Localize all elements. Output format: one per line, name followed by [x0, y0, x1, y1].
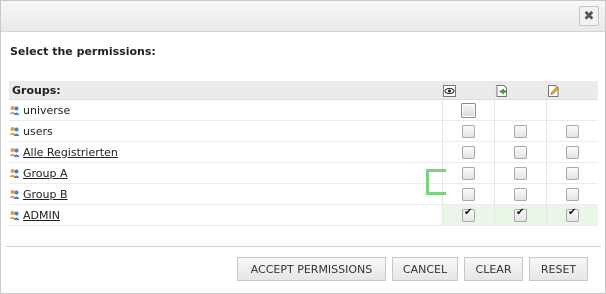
- add-column-header: [494, 81, 547, 100]
- group-cell: Group B: [9, 183, 443, 205]
- edit-checkbox[interactable]: [566, 187, 579, 201]
- permissions-heading: Select the permissions:: [10, 45, 156, 58]
- add-checkbox[interactable]: [514, 166, 527, 180]
- edit-permission-cell: [546, 141, 598, 163]
- table-header-row: Groups:: [9, 81, 598, 100]
- reset-button[interactable]: RESET: [529, 257, 588, 281]
- edit-checkbox[interactable]: [566, 166, 579, 180]
- table-row: users: [9, 120, 598, 142]
- add-checkbox[interactable]: [514, 145, 527, 159]
- edit-checkbox[interactable]: [566, 207, 579, 222]
- view-checkbox[interactable]: [462, 145, 475, 159]
- view-checkbox[interactable]: [462, 207, 475, 222]
- dialog-titlebar: ✖: [1, 1, 605, 32]
- group-cell: Alle Registrierten: [9, 141, 443, 163]
- group-icon: [9, 211, 20, 220]
- edit-checkbox[interactable]: [566, 124, 579, 138]
- view-permission-cell: [442, 99, 495, 121]
- edit-column-header: [546, 81, 598, 100]
- group-icon: [9, 169, 20, 178]
- view-permission-cell: [442, 141, 495, 163]
- group-link[interactable]: Group B: [23, 188, 68, 201]
- add-permission-cell: [494, 141, 547, 163]
- add-permission-cell: [494, 183, 547, 205]
- cursor-highlight: [426, 169, 446, 195]
- add-checkbox[interactable]: [514, 207, 527, 222]
- view-permission-cell: [442, 183, 495, 205]
- table-row: Group B: [9, 183, 598, 205]
- accept-permissions-button[interactable]: ACCEPT PERMISSIONS: [237, 257, 386, 281]
- view-checkbox[interactable]: [462, 187, 475, 201]
- group-cell: ADMIN: [9, 204, 443, 226]
- edit-permission-cell: [546, 120, 598, 142]
- group-link[interactable]: Group A: [23, 167, 68, 180]
- edit-icon: [548, 84, 559, 97]
- add-checkbox[interactable]: [514, 124, 527, 138]
- permissions-dialog: ✖ Select the permissions: Groups: univer…: [0, 0, 606, 294]
- view-checkbox[interactable]: [462, 166, 475, 180]
- table-row: ADMIN: [9, 204, 598, 226]
- table-row: universe: [9, 99, 598, 121]
- permissions-table: Groups: universe users Alle Registrierte…: [9, 81, 598, 226]
- view-checkbox[interactable]: [461, 102, 476, 118]
- group-link[interactable]: ADMIN: [23, 209, 60, 222]
- group-name: universe: [23, 103, 71, 117]
- add-icon: [496, 84, 507, 97]
- group-cell: universe: [9, 99, 443, 121]
- add-permission-cell: [494, 120, 547, 142]
- group-icon: [9, 106, 20, 115]
- view-permission-cell: [442, 120, 495, 142]
- add-permission-cell: [494, 162, 547, 184]
- group-cell: users: [9, 120, 443, 142]
- view-permission-cell: [442, 204, 495, 226]
- edit-permission-cell: [546, 99, 598, 121]
- group-icon: [9, 148, 20, 157]
- group-name: users: [23, 124, 53, 138]
- cancel-button[interactable]: CANCEL: [392, 257, 458, 281]
- group-icon: [9, 127, 20, 136]
- edit-permission-cell: [546, 162, 598, 184]
- groups-header: Groups:: [9, 81, 443, 100]
- view-icon: [443, 84, 456, 97]
- edit-checkbox[interactable]: [566, 145, 579, 159]
- add-permission-cell: [494, 204, 547, 226]
- group-cell: Group A: [9, 162, 443, 184]
- table-row: Group A: [9, 162, 598, 184]
- group-link[interactable]: Alle Registrierten: [23, 146, 118, 159]
- table-row: Alle Registrierten: [9, 141, 598, 163]
- edit-permission-cell: [546, 204, 598, 226]
- group-icon: [9, 190, 20, 199]
- view-permission-cell: [442, 162, 495, 184]
- add-checkbox[interactable]: [514, 187, 527, 201]
- clear-button[interactable]: CLEAR: [464, 257, 523, 281]
- view-checkbox[interactable]: [462, 124, 475, 138]
- add-permission-cell: [494, 99, 547, 121]
- view-column-header: [442, 81, 495, 100]
- close-icon[interactable]: ✖: [579, 6, 599, 26]
- edit-permission-cell: [546, 183, 598, 205]
- footer-divider: [6, 246, 601, 247]
